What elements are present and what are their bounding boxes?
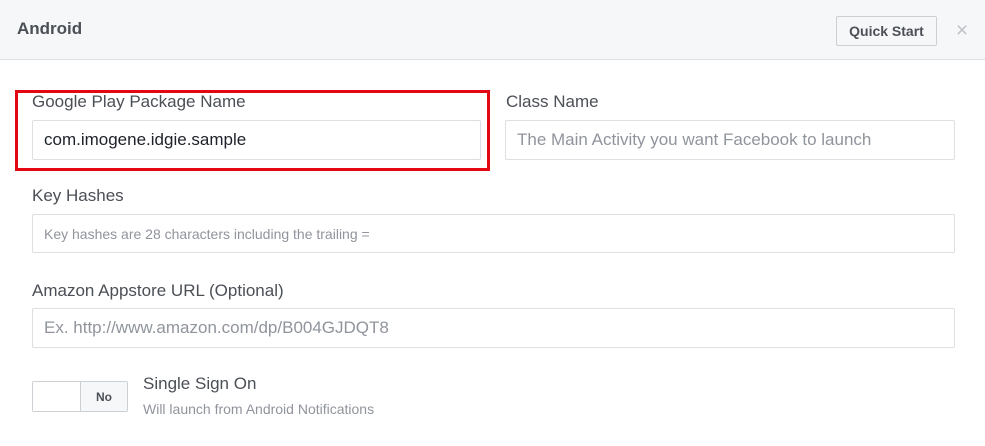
amazon-url-input[interactable]: Ex. http://www.amazon.com/dp/B004GJDQT8 <box>32 308 955 348</box>
single-sign-on-toggle[interactable]: No <box>32 381 128 412</box>
quick-start-button[interactable]: Quick Start <box>836 16 937 46</box>
toggle-knob <box>33 382 80 411</box>
single-sign-on-title: Single Sign On <box>143 374 257 393</box>
package-name-label: Google Play Package Name <box>32 92 246 111</box>
key-hashes-label: Key Hashes <box>32 186 124 205</box>
package-name-input[interactable]: com.imogene.idgie.sample <box>32 120 481 160</box>
toggle-state-label: No <box>79 382 127 411</box>
class-name-input[interactable]: The Main Activity you want Facebook to l… <box>505 120 955 160</box>
panel-header: Android Quick Start × <box>0 0 985 60</box>
amazon-url-label: Amazon Appstore URL (Optional) <box>32 281 284 300</box>
key-hashes-input[interactable]: Key hashes are 28 characters including t… <box>32 214 955 253</box>
panel-title: Android <box>17 19 83 38</box>
class-name-label: Class Name <box>506 92 599 111</box>
single-sign-on-description: Will launch from Android Notifications <box>143 401 375 417</box>
close-icon[interactable]: × <box>952 19 972 43</box>
